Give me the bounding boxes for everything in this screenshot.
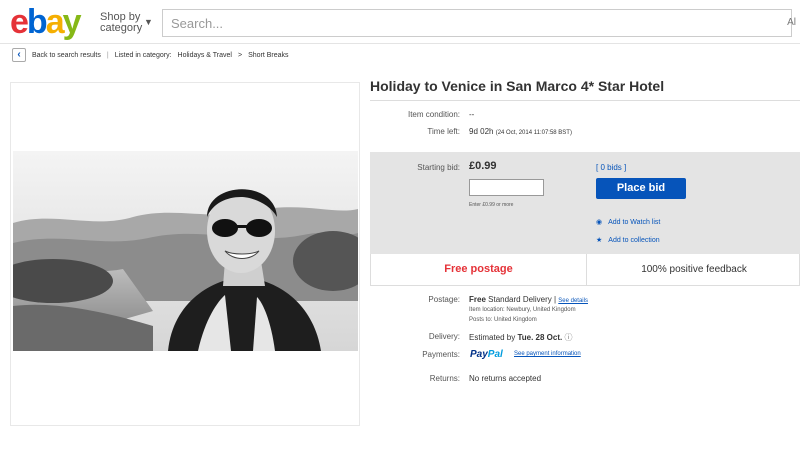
collection-label: Add to collection	[608, 236, 660, 244]
paypal-logo: PayPal	[470, 349, 503, 360]
delivery-prefix: Estimated by	[469, 333, 516, 342]
chevron-left-icon[interactable]: ‹	[12, 48, 26, 62]
add-to-watch-list-link[interactable]: ◉ Add to Watch list	[596, 218, 661, 227]
time-left-datetime: (24 Oct, 2014 11:07:58 BST)	[495, 130, 572, 136]
add-to-collection-link[interactable]: ★ Add to collection	[596, 236, 660, 245]
place-bid-button[interactable]: Place bid	[596, 178, 686, 199]
starting-bid-price: £0.99	[469, 160, 497, 172]
item-condition-value: --	[469, 110, 475, 119]
logo-letter-a: a	[45, 3, 65, 41]
bid-amount-input[interactable]	[469, 179, 544, 196]
title-divider	[370, 100, 800, 101]
back-to-results-link[interactable]: Back to search results	[32, 52, 101, 59]
time-left-value: 9d 02h (24 Oct, 2014 11:07:58 BST)	[469, 127, 572, 136]
postage-separator: |	[553, 295, 557, 304]
see-payment-info-link[interactable]: See payment information	[514, 351, 581, 357]
item-title: Holiday to Venice in San Marco 4* Star H…	[370, 78, 665, 94]
returns-label: Returns:	[429, 374, 460, 383]
positive-feedback-badge: 100% positive feedback	[586, 254, 800, 285]
ebay-logo[interactable]: ebay	[10, 3, 82, 41]
search-category-select[interactable]: Al	[787, 17, 796, 28]
paypal-logo-pay: Pay	[470, 349, 488, 360]
top-header: ebay Shop by category ▼ Search... Al	[0, 0, 800, 44]
free-postage-badge: Free postage	[444, 263, 513, 275]
logo-letter-b: b	[26, 3, 48, 41]
delivery-label: Delivery:	[428, 332, 460, 341]
postage-label: Postage:	[428, 295, 460, 304]
logo-letter-e: e	[10, 3, 29, 41]
category-label: category	[100, 22, 143, 34]
payments-label: Payments:	[422, 350, 460, 359]
item-photo[interactable]	[13, 151, 358, 351]
selfie-photo-image	[13, 151, 358, 351]
time-left-label: Time left:	[427, 127, 460, 136]
paypal-logo-pal: Pal	[487, 349, 503, 360]
postage-free: Free	[469, 295, 486, 304]
search-input[interactable]: Search...	[162, 9, 792, 37]
starting-bid-label: Starting bid:	[417, 163, 460, 172]
breadcrumb-short-breaks[interactable]: Short Breaks	[248, 52, 288, 59]
logo-letter-y: y	[62, 3, 82, 41]
breadcrumb-separator: |	[106, 51, 109, 59]
shop-by-category-button[interactable]: Shop by category ▼	[100, 12, 153, 34]
chevron-down-icon: ▼	[144, 17, 153, 27]
see-details-link[interactable]: See details	[558, 298, 588, 304]
bid-hint: Enter £0.99 or more	[469, 202, 514, 208]
item-image-panel	[10, 82, 360, 426]
star-icon: ★	[596, 237, 603, 244]
time-left-duration: 9d 02h	[469, 127, 494, 136]
delivery-value: Estimated by Tue. 28 Oct. ⓘ	[469, 332, 572, 343]
item-location: Item location: Newbury, United Kingdom	[469, 307, 576, 313]
bid-panel: Starting bid: £0.99 Enter £0.99 or more …	[370, 152, 800, 254]
bids-count-link[interactable]: [ 0 bids ]	[596, 163, 626, 172]
returns-value: No returns accepted	[469, 374, 542, 383]
breadcrumb: ‹ Back to search results | Listed in cat…	[12, 47, 289, 63]
delivery-date: Tue. 28 Oct.	[517, 333, 563, 342]
eye-icon: ◉	[596, 219, 603, 226]
listed-in-label: Listed in category:	[114, 51, 172, 59]
postage-value: Free Standard Delivery | See details	[469, 295, 588, 304]
breadcrumb-holidays-travel[interactable]: Holidays & Travel	[178, 52, 232, 59]
watch-list-label: Add to Watch list	[608, 218, 661, 226]
postage-method: Standard Delivery	[488, 295, 552, 304]
posts-to: Posts to: United Kingdom	[469, 317, 537, 323]
item-condition-label: Item condition:	[407, 110, 460, 119]
promo-row: Free postage 100% positive feedback	[370, 254, 800, 286]
info-icon[interactable]: ⓘ	[564, 333, 572, 342]
breadcrumb-arrow: >	[237, 51, 243, 59]
